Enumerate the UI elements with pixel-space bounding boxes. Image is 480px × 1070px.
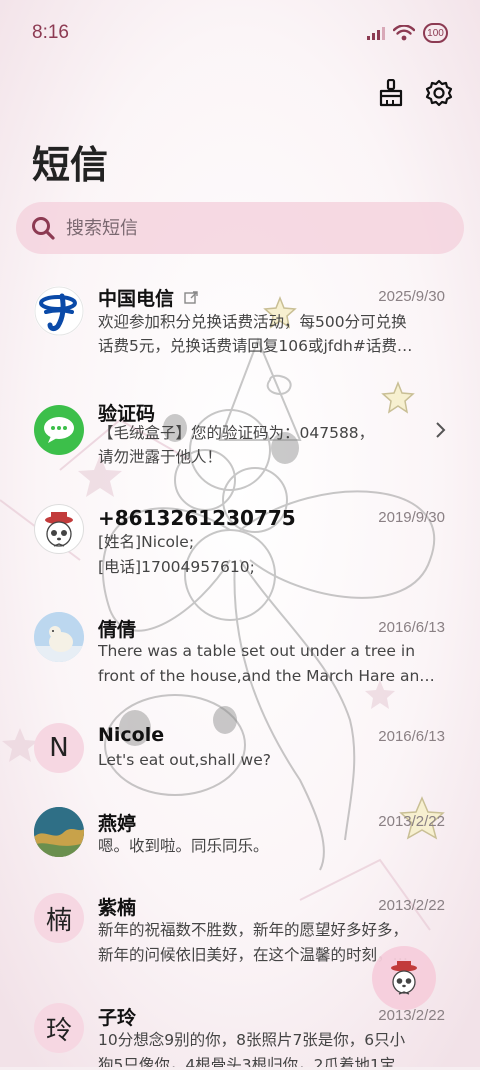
avatar <box>34 612 84 662</box>
message-preview: [姓名]Nicole; <box>98 533 195 551</box>
panda-avatar-icon <box>45 512 73 547</box>
avatar <box>34 504 84 554</box>
message-date: 2016/6/13 <box>378 619 445 636</box>
top-toolbar <box>376 78 454 108</box>
message-preview: 10分想念9别的你，8张照片7张是你，6只小 <box>98 1031 406 1049</box>
avatar <box>34 405 84 455</box>
search-bar[interactable] <box>16 202 464 254</box>
chevron-right-icon <box>436 422 446 438</box>
message-date: 2019/9/30 <box>378 509 445 526</box>
china-telecom-logo-icon <box>34 286 84 336</box>
avatar: 楠 <box>34 893 84 943</box>
compose-button[interactable] <box>372 946 436 1010</box>
external-link-icon <box>183 291 198 304</box>
conversation-item[interactable]: 倩倩 2016/6/13 There was a table set out u… <box>0 611 480 721</box>
message-preview: 【毛绒盒子】您的验证码为：047588， <box>98 424 375 442</box>
contact-name: 子玲 <box>98 1007 137 1029</box>
avatar: 玲 <box>34 1003 84 1053</box>
message-preview: 嗯。收到啦。同乐同乐。 <box>98 837 269 855</box>
polar-bear-photo-icon <box>34 612 84 662</box>
contact-name: 中国电信 <box>98 284 198 311</box>
message-preview: 狗5只像你，4根骨头3根归你，2爪着地1宝 <box>98 1056 396 1067</box>
broom-icon <box>379 79 403 107</box>
search-icon <box>32 217 55 240</box>
message-preview: 请勿泄露于他人！ <box>98 448 223 466</box>
gear-icon <box>425 79 453 107</box>
battery-indicator: 100 <box>423 23 448 43</box>
contact-name: Nicole <box>98 724 165 746</box>
message-preview: There was a table set out under a tree i… <box>98 642 416 660</box>
message-date: 2013/2/22 <box>378 897 445 914</box>
message-preview: [电话]17004957610; <box>98 558 255 576</box>
compose-icon <box>391 961 417 995</box>
page-title: 短信 <box>32 143 109 187</box>
contact-name: 紫楠 <box>98 897 137 919</box>
message-preview: Let's eat out,shall we? <box>98 751 271 769</box>
avatar: N <box>34 723 84 773</box>
conversation-item[interactable]: 燕婷 2013/2/22 嗯。收到啦。同乐同乐。 <box>0 806 480 901</box>
status-icons: 100 <box>367 23 448 43</box>
landscape-photo-icon <box>34 807 84 857</box>
contact-name: 倩倩 <box>98 619 137 641</box>
avatar <box>34 286 84 336</box>
message-preview: 欢迎参加积分兑换话费活动，每500分可兑换 <box>98 313 407 331</box>
signal-icon <box>367 27 385 40</box>
message-preview: front of the house,and the March Hare an… <box>98 667 435 685</box>
message-preview: 新年的祝福数不胜数，新年的愿望好多好多， <box>98 921 409 939</box>
message-date: 2016/6/13 <box>378 728 445 745</box>
clean-button[interactable] <box>376 78 406 108</box>
message-date: 2013/2/22 <box>378 813 445 830</box>
avatar <box>34 807 84 857</box>
status-bar: 8:16 100 <box>0 0 480 66</box>
contact-name: 燕婷 <box>98 813 137 835</box>
contact-name-text: 中国电信 <box>98 288 175 310</box>
conversation-item[interactable]: N Nicole 2016/6/13 Let's eat out,shall w… <box>0 721 480 816</box>
contact-name: +8613261230775 <box>98 506 296 530</box>
message-date: 2013/2/22 <box>378 1007 445 1024</box>
wifi-icon <box>393 25 415 41</box>
message-preview: 话费5元，兑换话费请回复106或jfdh#话费… <box>98 337 413 355</box>
search-input[interactable] <box>64 216 428 240</box>
conversation-item[interactable]: 验证码 【毛绒盒子】您的验证码为：047588， 请勿泄露于他人！ <box>0 391 480 501</box>
conversation-item[interactable]: 玲 子玲 2013/2/22 10分想念9别的你，8张照片7张是你，6只小 狗5… <box>0 1000 480 1070</box>
conversation-item[interactable]: 中国电信 2025/9/30 欢迎参加积分兑换话费活动，每500分可兑换 话费5… <box>0 276 480 386</box>
settings-button[interactable] <box>424 78 454 108</box>
message-date: 2025/9/30 <box>378 288 445 305</box>
conversation-item[interactable]: +8613261230775 2019/9/30 [姓名]Nicole; [电话… <box>0 501 480 611</box>
status-time: 8:16 <box>32 22 69 43</box>
message-bubble-icon <box>44 417 74 443</box>
